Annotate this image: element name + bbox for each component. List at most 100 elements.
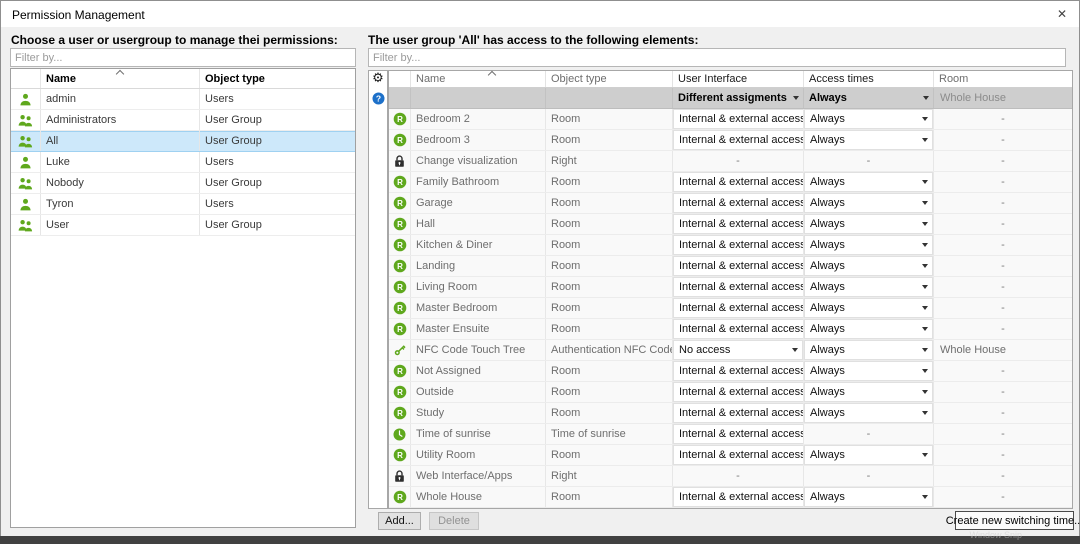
user-icon	[11, 152, 41, 172]
element-object-type: Right	[546, 466, 673, 486]
access-times-cell: Always	[804, 109, 934, 129]
element-row[interactable]: RUtility RoomRoomInternal & external acc…	[389, 445, 1072, 466]
summary-access-dropdown[interactable]: Always	[804, 88, 934, 108]
room-icon: R	[389, 298, 411, 318]
delete-button[interactable]: Delete	[429, 512, 479, 530]
room-icon: R	[389, 109, 411, 129]
elements-filter-input[interactable]	[368, 48, 1066, 67]
dropdown[interactable]: Internal & external access	[673, 130, 804, 150]
element-row[interactable]: RWhole HouseRoomInternal & external acce…	[389, 487, 1072, 508]
help-icon[interactable]: ?	[369, 88, 387, 109]
dropdown[interactable]: Internal & external access	[673, 319, 804, 339]
dropdown[interactable]: Internal & external access	[673, 382, 804, 402]
svg-text:R: R	[397, 367, 403, 376]
dropdown[interactable]: Internal & external access	[673, 235, 804, 255]
user-object-type: User Group	[200, 131, 355, 151]
dropdown[interactable]: Internal & external access	[673, 424, 804, 444]
dropdown[interactable]: Internal & external access	[673, 172, 804, 192]
element-name: Hall	[411, 214, 546, 234]
access-times-cell: Always	[804, 445, 934, 465]
chevron-down-icon	[792, 348, 798, 352]
element-row[interactable]: Web Interface/AppsRight---	[389, 466, 1072, 487]
elements-header-name[interactable]: Name	[411, 71, 546, 87]
create-new-switching-time-button[interactable]: Create new switching time...	[955, 511, 1074, 530]
dropdown[interactable]: Internal & external access	[673, 445, 804, 465]
dropdown[interactable]: Always	[804, 109, 933, 129]
room-cell: -	[934, 298, 1072, 318]
user-filter-input[interactable]	[10, 48, 356, 67]
element-row[interactable]: RLiving RoomRoomInternal & external acce…	[389, 277, 1072, 298]
add-button[interactable]: Add...	[378, 512, 421, 530]
dropdown[interactable]: Always	[804, 298, 933, 318]
user-row[interactable]: UserUser Group	[11, 215, 355, 236]
user-row[interactable]: adminUsers	[11, 89, 355, 110]
close-icon[interactable]: ✕	[1051, 5, 1073, 24]
lock-icon	[389, 466, 411, 486]
dropdown[interactable]: Internal & external access	[673, 193, 804, 213]
dropdown[interactable]: Internal & external access	[673, 277, 804, 297]
dropdown[interactable]: Internal & external access	[673, 256, 804, 276]
element-row[interactable]: RLandingRoomInternal & external accessAl…	[389, 256, 1072, 277]
dropdown[interactable]: Always	[804, 382, 933, 402]
chevron-down-icon	[922, 201, 928, 205]
elements-header-user-interface[interactable]: User Interface	[673, 71, 804, 87]
dropdown[interactable]: Internal & external access	[673, 214, 804, 234]
dropdown[interactable]: No access	[673, 340, 803, 360]
element-row[interactable]: Change visualizationRight---	[389, 151, 1072, 172]
element-row[interactable]: RGarageRoomInternal & external accessAlw…	[389, 193, 1072, 214]
dropdown[interactable]: Always	[804, 193, 933, 213]
dropdown[interactable]: Always	[804, 256, 933, 276]
element-row[interactable]: RBedroom 3RoomInternal & external access…	[389, 130, 1072, 151]
dropdown[interactable]: Always	[804, 277, 933, 297]
dropdown[interactable]: Always	[804, 214, 933, 234]
element-row[interactable]: RFamily BathroomRoomInternal & external …	[389, 172, 1072, 193]
user-row[interactable]: NobodyUser Group	[11, 173, 355, 194]
user-row[interactable]: AllUser Group	[11, 131, 355, 152]
dropdown[interactable]: Internal & external access	[673, 487, 804, 507]
settings-gear-icon[interactable]: ⚙	[369, 71, 387, 88]
dropdown[interactable]: Always	[804, 361, 933, 381]
element-row[interactable]: ROutsideRoomInternal & external accessAl…	[389, 382, 1072, 403]
user-interface-cell: No access	[673, 340, 804, 360]
element-row[interactable]: RBedroom 2RoomInternal & external access…	[389, 109, 1072, 130]
element-row[interactable]: RKitchen & DinerRoomInternal & external …	[389, 235, 1072, 256]
user-group-icon	[11, 110, 41, 130]
element-object-type: Room	[546, 235, 673, 255]
element-row[interactable]: RMaster BedroomRoomInternal & external a…	[389, 298, 1072, 319]
dropdown[interactable]: Always	[804, 172, 933, 192]
dropdown[interactable]: Internal & external access	[673, 361, 804, 381]
empty-value: -	[673, 155, 803, 167]
user-row[interactable]: LukeUsers	[11, 152, 355, 173]
user-object-type: Users	[200, 194, 355, 214]
user-group-icon	[11, 215, 41, 235]
room-icon: R	[389, 487, 411, 507]
user-object-type: User Group	[200, 215, 355, 235]
user-table-header-name[interactable]: Name	[41, 69, 200, 88]
summary-ui-dropdown[interactable]: Different assigments	[673, 88, 804, 108]
element-row[interactable]: Time of sunriseTime of sunriseInternal &…	[389, 424, 1072, 445]
element-row[interactable]: NFC Code Touch TreeAuthentication NFC Co…	[389, 340, 1072, 361]
dropdown[interactable]: Internal & external access	[673, 109, 804, 129]
element-row[interactable]: RStudyRoomInternal & external accessAlwa…	[389, 403, 1072, 424]
dropdown[interactable]: Always	[804, 487, 933, 507]
elements-header-room[interactable]: Room	[934, 71, 1072, 87]
dropdown[interactable]: Always	[804, 403, 933, 423]
element-object-type: Time of sunrise	[546, 424, 673, 444]
element-row[interactable]: RMaster EnsuiteRoomInternal & external a…	[389, 319, 1072, 340]
user-table-header-object-type[interactable]: Object type	[200, 69, 355, 88]
element-row[interactable]: RNot AssignedRoomInternal & external acc…	[389, 361, 1072, 382]
element-row[interactable]: RHallRoomInternal & external accessAlway…	[389, 214, 1072, 235]
dropdown[interactable]: Always	[804, 340, 933, 360]
dropdown[interactable]: Always	[804, 319, 933, 339]
elements-header-object-type[interactable]: Object type	[546, 71, 673, 87]
dropdown[interactable]: Always	[804, 235, 933, 255]
user-row[interactable]: TyronUsers	[11, 194, 355, 215]
user-name: All	[41, 131, 200, 151]
dropdown[interactable]: Internal & external access	[673, 403, 804, 423]
dropdown[interactable]: Internal & external access	[673, 298, 804, 318]
user-row[interactable]: AdministratorsUser Group	[11, 110, 355, 131]
elements-header-access-times[interactable]: Access times	[804, 71, 934, 87]
dropdown[interactable]: Always	[804, 445, 933, 465]
dropdown[interactable]: Always	[804, 130, 933, 150]
element-name: Time of sunrise	[411, 424, 546, 444]
